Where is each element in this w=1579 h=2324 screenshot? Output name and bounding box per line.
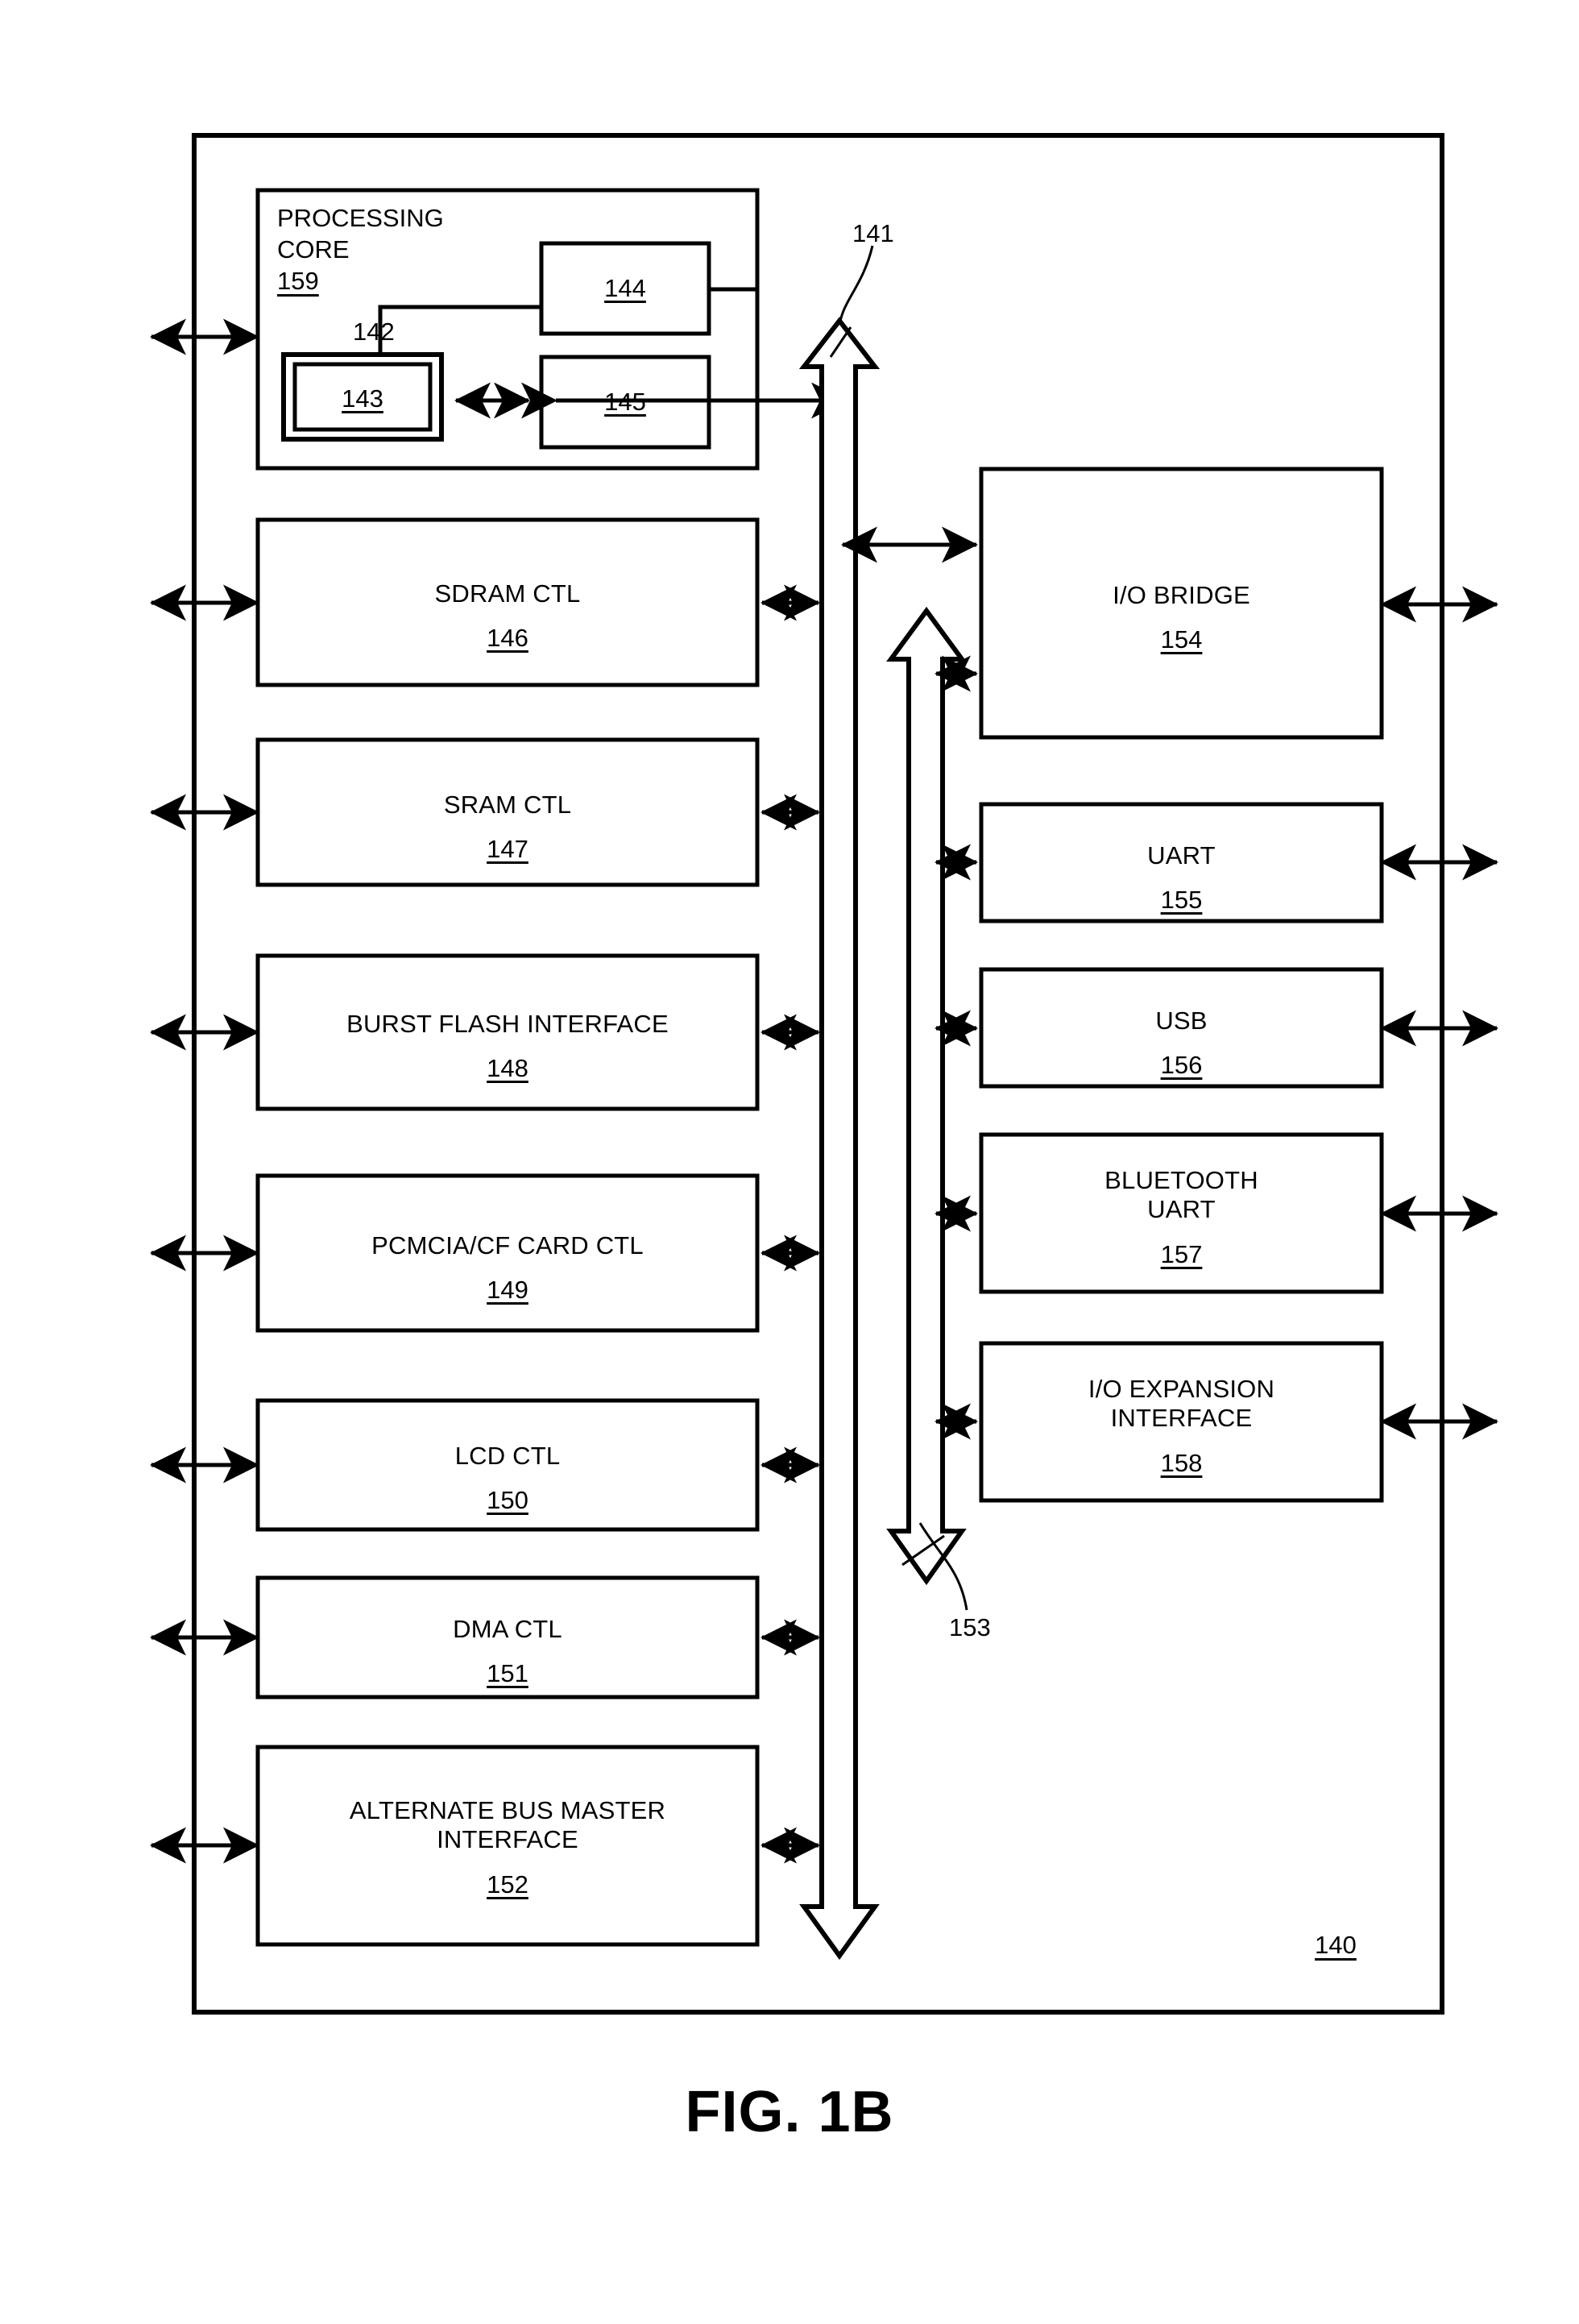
system-ref-140: 140: [1315, 1931, 1357, 1959]
right-block-label-158: I/O EXPANSION INTERFACE 158: [981, 1359, 1382, 1478]
block-144-ref: 144: [604, 274, 646, 302]
right-block-label-154: I/O BRIDGE 154: [981, 566, 1382, 655]
processing-core-title-line1: PROCESSING: [277, 204, 444, 232]
left-block-name-147: SRAM CTL: [443, 790, 572, 819]
right-block-label-156: USB 156: [981, 991, 1382, 1081]
right-block-name-157: BLUETOOTH UART: [1104, 1165, 1258, 1224]
left-block-name-151: DMA CTL: [453, 1614, 562, 1643]
right-block-ref-157: 157: [1160, 1239, 1203, 1268]
left-block-name-149: PCMCIA/CF CARD CTL: [371, 1230, 644, 1260]
patent-figure-1b: PROCESSING CORE 159 142 143 144 145 141 …: [0, 0, 1579, 2324]
processing-core-title: PROCESSING CORE 159: [277, 203, 519, 297]
figure-caption: FIG. 1B: [685, 2080, 894, 2144]
right-block-ref-154: 154: [1160, 625, 1203, 654]
right-block-label-155: UART 155: [981, 826, 1382, 915]
left-block-label-149: PCMCIA/CF CARD CTL 149: [258, 1216, 757, 1305]
main-bus-141-ref: 141: [852, 219, 894, 247]
left-block-label-152: ALTERNATE BUS MASTER INTERFACE 152: [258, 1781, 757, 1899]
right-block-ref-155: 155: [1160, 886, 1203, 915]
internal-bus-142-ref: 142: [353, 317, 395, 346]
left-block-ref-150: 150: [487, 1486, 528, 1515]
right-block-ref-158: 158: [1160, 1448, 1203, 1477]
right-block-ref-156: 156: [1160, 1051, 1203, 1080]
right-block-name-156: USB: [1155, 1006, 1208, 1035]
left-block-ref-152: 152: [487, 1870, 528, 1899]
left-block-ref-147: 147: [487, 835, 528, 864]
left-block-label-150: LCD CTL 150: [258, 1426, 757, 1516]
left-block-name-146: SDRAM CTL: [434, 579, 581, 608]
right-block-name-154: I/O BRIDGE: [1113, 580, 1250, 609]
secondary-bus-153-ref: 153: [949, 1613, 991, 1641]
left-block-label-147: SRAM CTL 147: [258, 775, 757, 865]
block-145-ref: 145: [604, 388, 646, 416]
left-block-ref-149: 149: [487, 1276, 528, 1305]
left-block-name-150: LCD CTL: [454, 1441, 561, 1470]
left-block-ref-146: 146: [487, 624, 528, 653]
left-block-label-151: DMA CTL 151: [258, 1600, 757, 1689]
right-block-label-157: BLUETOOTH UART 157: [981, 1151, 1382, 1269]
processing-core-ref: 159: [277, 266, 319, 295]
right-block-name-158: I/O EXPANSION INTERFACE: [1088, 1374, 1275, 1433]
left-block-label-146: SDRAM CTL 146: [258, 564, 757, 654]
left-block-label-148: BURST FLASH INTERFACE 148: [258, 994, 757, 1084]
left-block-ref-151: 151: [487, 1659, 528, 1688]
left-block-name-148: BURST FLASH INTERFACE: [346, 1009, 669, 1038]
right-block-name-155: UART: [1147, 840, 1216, 869]
left-block-ref-148: 148: [487, 1054, 528, 1083]
block-143-ref: 143: [342, 384, 383, 413]
left-block-name-152: ALTERNATE BUS MASTER INTERFACE: [349, 1795, 666, 1854]
processing-core-title-line2: CORE: [277, 234, 350, 264]
